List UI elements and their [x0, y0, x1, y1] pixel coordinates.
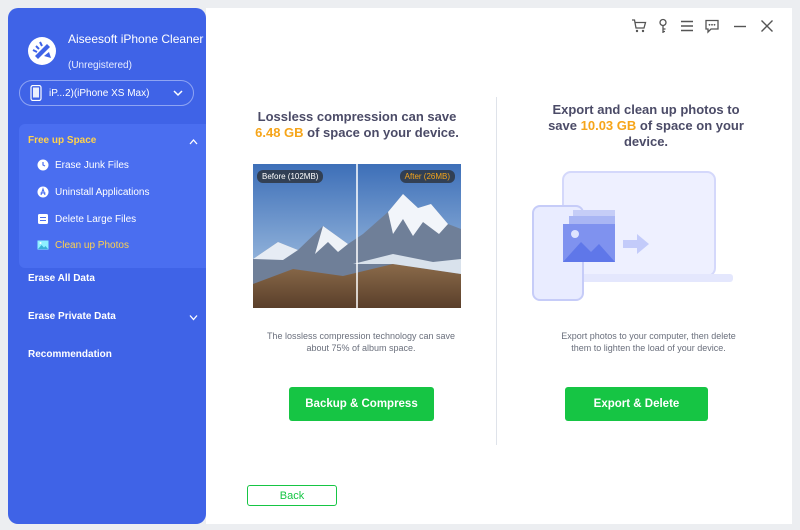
feedback-icon[interactable]: [704, 18, 720, 34]
sidebar-item-label: Delete Large Files: [55, 213, 137, 225]
phone-icon: [30, 85, 42, 101]
sidebar: Aiseesoft iPhone Cleaner (Unregistered) …: [8, 8, 206, 524]
app-window: Aiseesoft iPhone Cleaner (Unregistered) …: [0, 0, 800, 530]
chevron-down-icon: [173, 90, 183, 97]
main-panel: Lossless compression can save 6.48 GB of…: [206, 8, 792, 524]
sidebar-item-erase-private-data[interactable]: Erase Private Data: [28, 311, 116, 322]
sidebar-item-clean-up-photos[interactable]: Clean up Photos: [37, 238, 129, 252]
before-after-photo: Before (102MB) After (26MB): [253, 164, 461, 308]
back-button[interactable]: Back: [247, 485, 337, 506]
sidebar-item-label: Erase Junk Files: [55, 159, 129, 171]
app-logo-icon: [28, 37, 56, 65]
export-illustration: [532, 171, 733, 301]
sidebar-item-recommendation[interactable]: Recommendation: [28, 349, 112, 360]
compress-description: The lossless compression technology can …: [266, 331, 456, 353]
sidebar-item-erase-junk-files[interactable]: Erase Junk Files: [37, 158, 129, 172]
export-description: Export photos to your computer, then del…: [561, 331, 736, 353]
sidebar-item-delete-large-files[interactable]: Delete Large Files: [37, 212, 136, 226]
sidebar-item-label: Clean up Photos: [55, 239, 129, 251]
photo-icon: [37, 240, 49, 250]
registration-status: (Unregistered): [68, 60, 132, 71]
export-savings-value: 10.03 GB: [580, 118, 637, 133]
sidebar-item-uninstall-applications[interactable]: Uninstall Applications: [37, 185, 150, 199]
cart-icon[interactable]: [631, 18, 647, 34]
export-panel-title: Export and clean up photos to save 10.03…: [548, 102, 744, 149]
file-icon: [38, 214, 48, 224]
backup-compress-button[interactable]: Backup & Compress: [289, 387, 434, 421]
free-up-space-group: Free up Space Erase Junk Files Uninstall…: [19, 124, 206, 268]
close-icon[interactable]: [759, 18, 775, 34]
before-size-badge: Before (102MB): [257, 170, 324, 183]
app-title: Aiseesoft iPhone Cleaner: [68, 32, 204, 46]
clock-icon: [37, 159, 49, 171]
chevron-down-icon[interactable]: [189, 314, 198, 321]
after-size-badge: After (26MB): [399, 170, 455, 183]
sidebar-item-erase-all-data[interactable]: Erase All Data: [28, 273, 95, 284]
minimize-icon[interactable]: [732, 18, 748, 34]
device-label: iP...2)(iPhone XS Max): [49, 87, 150, 99]
panel-divider: [496, 97, 497, 445]
export-delete-button[interactable]: Export & Delete: [565, 387, 708, 421]
device-selector[interactable]: iP...2)(iPhone XS Max): [19, 80, 194, 106]
group-header-free-up-space[interactable]: Free up Space: [28, 135, 96, 146]
key-icon[interactable]: [655, 18, 671, 34]
sidebar-item-label: Uninstall Applications: [55, 186, 150, 198]
compress-panel-title: Lossless compression can save 6.48 GB of…: [255, 109, 459, 140]
app-store-icon: [37, 186, 49, 198]
chevron-up-icon[interactable]: [189, 138, 198, 145]
menu-icon[interactable]: [679, 18, 695, 34]
compress-savings-value: 6.48 GB: [255, 125, 304, 140]
